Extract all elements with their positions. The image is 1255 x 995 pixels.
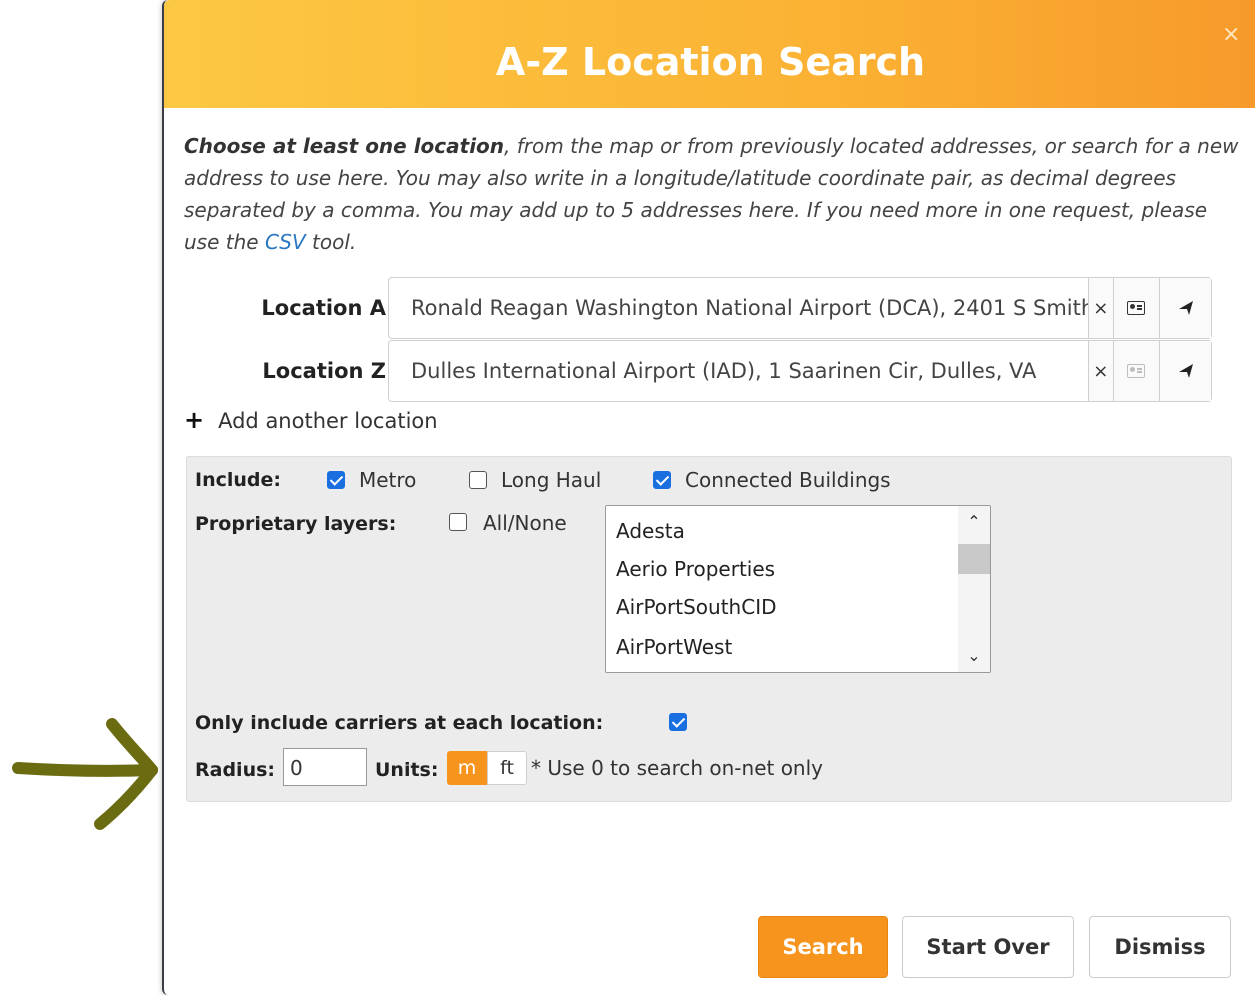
csv-link[interactable]: CSV [265, 230, 306, 254]
clear-icon: × [1093, 297, 1109, 319]
location-z-input[interactable]: Dulles International Airport (IAD), 1 Sa… [389, 341, 1088, 401]
listbox-scrollbar[interactable]: ⌃ ⌄ [958, 506, 990, 672]
annotation-arrow [12, 718, 158, 830]
search-button[interactable]: Search [758, 916, 888, 978]
location-a-input[interactable]: Ronald Reagan Washington National Airpor… [389, 278, 1088, 338]
proprietary-layers-label: Proprietary layers: [195, 513, 397, 535]
location-a-map-pick-button[interactable] [1159, 278, 1211, 338]
only-carriers-checkbox[interactable] [669, 713, 687, 731]
location-a-label: Location A [261, 296, 386, 320]
long-haul-checkbox[interactable] [469, 471, 487, 489]
options-panel: Include: Metro Long Haul Connected Build… [186, 456, 1232, 802]
list-item[interactable]: Aerio Properties [616, 556, 775, 582]
metro-label: Metro [359, 468, 417, 492]
location-a-group: Ronald Reagan Washington National Airpor… [388, 277, 1212, 339]
radius-label: Radius: [195, 759, 275, 781]
location-z-group: Dulles International Airport (IAD), 1 Sa… [388, 340, 1212, 402]
radius-input[interactable]: 0 [283, 748, 367, 786]
locate-arrow-icon [1178, 301, 1193, 315]
intro-bold: Choose at least one location [184, 134, 505, 158]
connected-buildings-checkbox[interactable] [653, 471, 671, 489]
dialog-title: A-Z Location Search [495, 40, 926, 84]
all-none-label: All/None [483, 511, 567, 535]
intro-text: Choose at least one location, from the m… [184, 130, 1244, 258]
intro-text-part2: tool. [305, 230, 357, 254]
close-icon[interactable]: × [1222, 24, 1240, 46]
location-search-dialog: A-Z Location Search × Choose at least on… [162, 0, 1255, 995]
all-none-checkbox[interactable] [449, 513, 467, 531]
locate-arrow-icon [1178, 364, 1193, 378]
list-item[interactable]: Adesta [616, 518, 685, 544]
add-location-link[interactable]: + Add another location [184, 404, 438, 437]
address-card-icon [1127, 301, 1146, 315]
metro-checkbox[interactable] [327, 471, 345, 489]
plus-icon: + [184, 406, 205, 434]
clear-icon: × [1093, 360, 1109, 382]
location-a-clear-button[interactable]: × [1088, 278, 1113, 338]
add-location-label: Add another location [218, 409, 438, 433]
unit-meters-button[interactable]: m [447, 751, 487, 785]
list-item[interactable]: AirPortSouthCID [616, 594, 777, 620]
dialog-header: A-Z Location Search × [164, 0, 1255, 108]
location-a-address-book-button[interactable] [1112, 278, 1160, 338]
list-item[interactable]: AirPortWest [616, 634, 732, 660]
unit-feet-button[interactable]: ft [487, 751, 527, 785]
page-backdrop [0, 0, 162, 989]
connected-buildings-label: Connected Buildings [685, 468, 891, 492]
scroll-down-icon[interactable]: ⌄ [966, 648, 982, 664]
only-carriers-label: Only include carriers at each location: [195, 712, 604, 734]
location-z-map-pick-button[interactable] [1159, 341, 1211, 401]
scroll-up-icon[interactable]: ⌃ [966, 514, 982, 530]
location-z-clear-button[interactable]: × [1088, 341, 1113, 401]
long-haul-label: Long Haul [501, 468, 602, 492]
start-over-button[interactable]: Start Over [902, 916, 1074, 978]
radius-note: * Use 0 to search on-net only [531, 756, 824, 780]
include-label: Include: [195, 469, 281, 491]
dismiss-button[interactable]: Dismiss [1089, 916, 1231, 978]
location-z-address-book-button[interactable] [1112, 341, 1160, 401]
scrollbar-thumb[interactable] [958, 544, 990, 574]
proprietary-layers-listbox[interactable]: Adesta Aerio Properties AirPortSouthCID … [605, 505, 991, 673]
address-card-icon [1127, 364, 1146, 378]
location-z-label: Location Z [262, 359, 386, 383]
units-label: Units: [375, 759, 439, 781]
